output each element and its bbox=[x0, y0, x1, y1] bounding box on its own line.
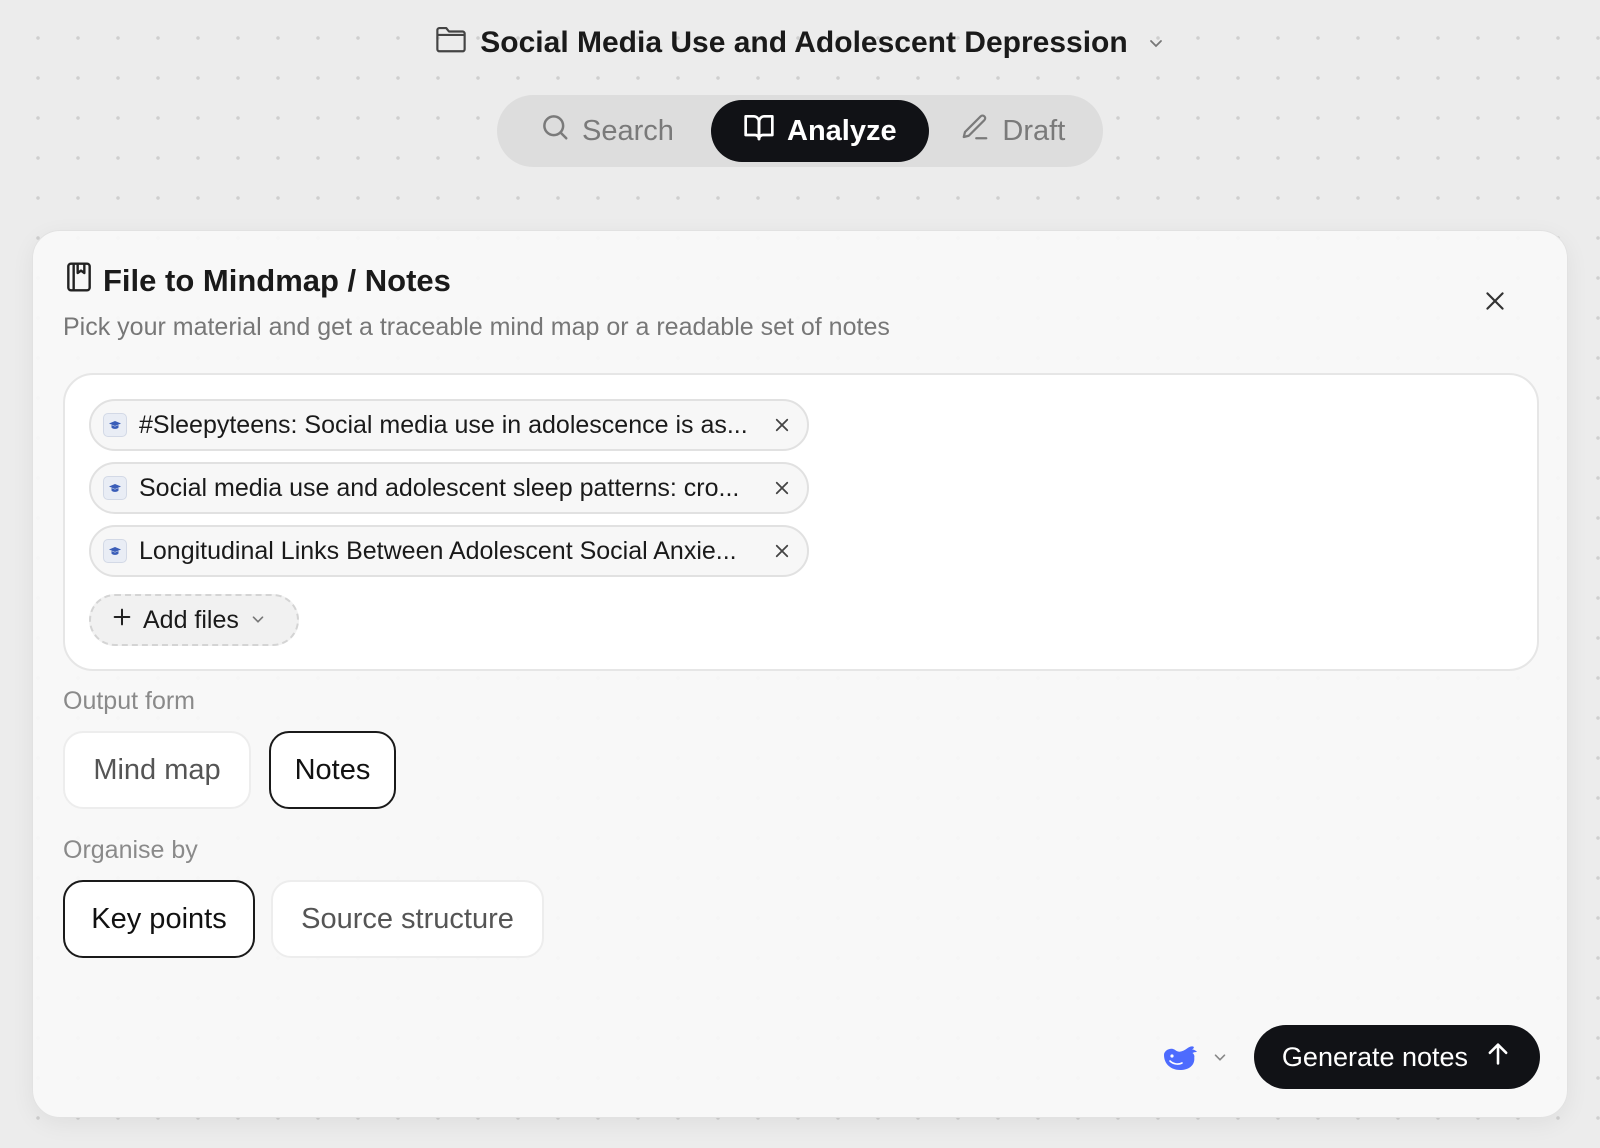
file-chip-label: #Sleepyteens: Social media use in adoles… bbox=[139, 410, 748, 439]
arrow-up-icon bbox=[1484, 1040, 1512, 1075]
pencil-icon bbox=[960, 112, 990, 150]
paper-icon bbox=[103, 476, 127, 500]
panel-subtitle: Pick your material and get a traceable m… bbox=[63, 313, 890, 341]
tab-analyze[interactable]: Analyze bbox=[710, 100, 929, 162]
folder-icon bbox=[434, 24, 468, 62]
notebook-icon bbox=[65, 261, 93, 301]
plus-icon bbox=[111, 606, 133, 635]
output-form-label: Output form bbox=[63, 687, 195, 715]
option-notes[interactable]: Notes bbox=[269, 731, 396, 809]
add-files-button[interactable]: Add files bbox=[89, 594, 299, 646]
tab-search-label: Search bbox=[582, 114, 674, 147]
mode-tabs: Search Analyze Draft bbox=[497, 95, 1103, 167]
book-icon bbox=[743, 112, 775, 150]
generate-notes-button[interactable]: Generate notes bbox=[1254, 1025, 1540, 1089]
file-chip[interactable]: Longitudinal Links Between Adolescent So… bbox=[89, 525, 809, 577]
remove-file-icon[interactable] bbox=[767, 536, 797, 566]
search-icon bbox=[540, 112, 570, 150]
selected-files-box: #Sleepyteens: Social media use in adoles… bbox=[63, 373, 1539, 671]
model-selector[interactable] bbox=[1161, 1041, 1229, 1078]
tab-draft[interactable]: Draft bbox=[929, 100, 1097, 162]
close-icon bbox=[1482, 288, 1508, 319]
remove-file-icon[interactable] bbox=[767, 410, 797, 440]
chevron-down-icon bbox=[1146, 33, 1166, 53]
panel-title: File to Mindmap / Notes bbox=[65, 261, 451, 301]
add-files-label: Add files bbox=[143, 605, 239, 634]
chevron-down-icon bbox=[1211, 1048, 1229, 1071]
option-key-points[interactable]: Key points bbox=[63, 880, 255, 958]
generate-notes-label: Generate notes bbox=[1281, 1041, 1469, 1072]
tab-search[interactable]: Search bbox=[503, 100, 711, 162]
whale-icon bbox=[1161, 1041, 1201, 1078]
chevron-down-icon bbox=[249, 606, 267, 635]
option-mind-map[interactable]: Mind map bbox=[63, 731, 251, 809]
tab-analyze-label: Analyze bbox=[787, 114, 897, 147]
project-selector[interactable]: Social Media Use and Adolescent Depressi… bbox=[0, 24, 1600, 62]
paper-icon bbox=[103, 413, 127, 437]
file-chip-label: Longitudinal Links Between Adolescent So… bbox=[139, 536, 737, 565]
organise-by-label: Organise by bbox=[63, 836, 198, 864]
paper-icon bbox=[103, 539, 127, 563]
top-bar: Social Media Use and Adolescent Depressi… bbox=[0, 0, 1600, 200]
close-button[interactable] bbox=[1475, 283, 1515, 323]
file-to-mindmap-panel: File to Mindmap / Notes Pick your materi… bbox=[32, 230, 1568, 1118]
panel-title-text: File to Mindmap / Notes bbox=[103, 263, 451, 298]
file-chip-label: Social media use and adolescent sleep pa… bbox=[139, 473, 740, 502]
file-chip[interactable]: #Sleepyteens: Social media use in adoles… bbox=[89, 399, 809, 451]
remove-file-icon[interactable] bbox=[767, 473, 797, 503]
option-source-structure[interactable]: Source structure bbox=[271, 880, 544, 958]
tab-draft-label: Draft bbox=[1002, 114, 1066, 147]
file-chip[interactable]: Social media use and adolescent sleep pa… bbox=[89, 462, 809, 514]
project-title: Social Media Use and Adolescent Depressi… bbox=[480, 26, 1128, 59]
